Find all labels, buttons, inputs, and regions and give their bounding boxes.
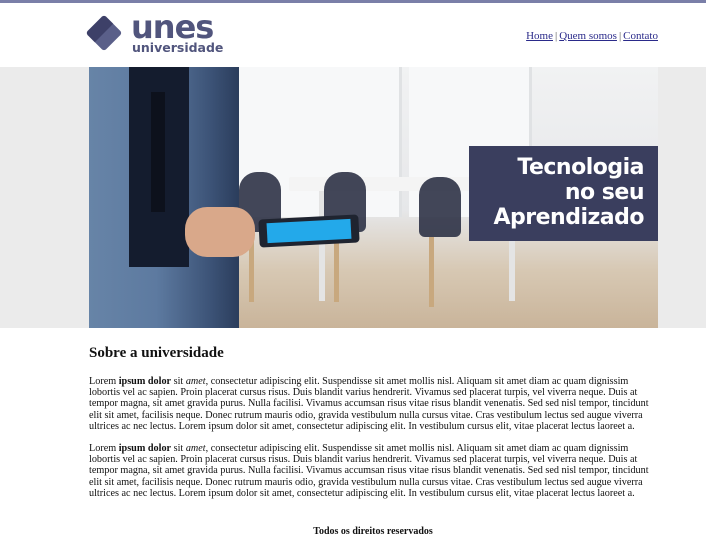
hero-image: Tecnologia no seu Aprendizado bbox=[89, 67, 658, 328]
tablet-screen bbox=[266, 218, 352, 244]
tablet-device bbox=[258, 214, 360, 248]
person-hand bbox=[185, 207, 255, 257]
person-figure bbox=[89, 67, 239, 328]
site-logo[interactable]: unes universidade bbox=[85, 10, 229, 56]
paragraph-italic-text: amet bbox=[185, 376, 206, 387]
nav-link-contato[interactable]: Contato bbox=[623, 30, 658, 42]
logo-diamond-icon bbox=[85, 14, 123, 52]
top-accent-rule bbox=[0, 0, 706, 3]
paragraph: Lorem ipsum dolor sit amet, consectetur … bbox=[89, 376, 659, 432]
nav-link-quem-somos[interactable]: Quem somos bbox=[559, 30, 617, 42]
paragraph: Lorem ipsum dolor sit amet, consectetur … bbox=[89, 443, 659, 499]
paragraph-text: sit bbox=[171, 376, 186, 387]
logo-name: unes bbox=[131, 8, 214, 46]
chair-leg bbox=[429, 237, 434, 307]
section-title: Sobre a universidade bbox=[89, 345, 224, 361]
paragraph-text: Lorem bbox=[89, 443, 119, 454]
main-nav: Home | Quem somos | Contato bbox=[526, 30, 658, 42]
nav-link-home[interactable]: Home bbox=[526, 30, 553, 42]
paragraph-text: sit bbox=[171, 443, 186, 454]
person-tie bbox=[151, 92, 165, 212]
chair bbox=[419, 177, 461, 237]
banner-tagline: Tecnologia no seu Aprendizado bbox=[469, 146, 658, 241]
paragraph-bold-text: ipsum dolor bbox=[118, 376, 172, 387]
tagline-line: Tecnologia bbox=[517, 155, 644, 180]
footer-text: Todos os direitos reservados bbox=[313, 526, 433, 537]
paragraph-bold-text: ipsum dolor bbox=[118, 443, 172, 454]
paragraph-text: Lorem bbox=[89, 376, 119, 387]
logo-subtitle: universidade bbox=[132, 40, 224, 55]
tagline-line: Aprendizado bbox=[493, 205, 644, 230]
tagline-line: no seu bbox=[564, 180, 645, 205]
paragraph-italic-text: amet bbox=[185, 443, 206, 454]
